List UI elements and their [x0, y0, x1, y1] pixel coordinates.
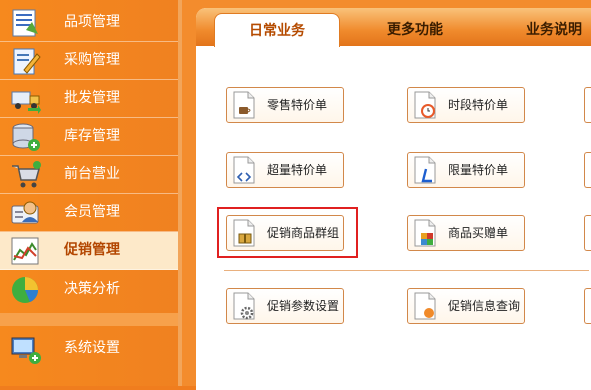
- partial-button[interactable]: [584, 152, 591, 188]
- gear-doc-icon: [233, 292, 255, 320]
- button-label: 超量特价单: [267, 163, 328, 177]
- button-label: 促销信息查询: [448, 299, 521, 313]
- selection-highlight: [217, 207, 358, 258]
- button-label: 促销参数设置: [267, 299, 340, 313]
- tab-daily-business[interactable]: 日常业务: [214, 13, 340, 47]
- color-blocks-doc-icon: [414, 219, 436, 247]
- orange-circle-doc-icon: [414, 292, 436, 320]
- section-divider: [224, 270, 589, 271]
- sidebar-item-label: 批发管理: [64, 90, 120, 106]
- code-arrows-doc-icon: [233, 156, 255, 184]
- pie-chart-icon: [10, 275, 42, 305]
- promotion-parameter-settings-button[interactable]: 促销参数设置: [226, 288, 344, 324]
- retail-special-price-button[interactable]: 零售特价单: [226, 87, 344, 123]
- sidebar-item-frontdesk[interactable]: 前台营业: [0, 156, 178, 194]
- sidebar-item-label: 会员管理: [64, 204, 120, 220]
- sidebar-item-products[interactable]: 品项管理: [0, 4, 178, 42]
- sidebar-item-wholesale[interactable]: 批发管理: [0, 80, 178, 118]
- sidebar-item-settings[interactable]: 系统设置: [0, 330, 178, 367]
- sidebar-item-inventory[interactable]: 库存管理: [0, 118, 178, 156]
- system-computer-icon: [10, 334, 42, 364]
- letter-l-doc-icon: [414, 156, 436, 184]
- content-panel: 日常业务 更多功能 业务说明: [196, 8, 591, 390]
- sidebar-separator: [0, 313, 178, 326]
- product-list-icon: [10, 8, 42, 38]
- partial-button[interactable]: [584, 288, 591, 324]
- coffee-cup-doc-icon: [233, 91, 255, 119]
- sidebar-item-purchase[interactable]: 采购管理: [0, 42, 178, 80]
- promotion-info-query-button[interactable]: 促销信息查询: [407, 288, 525, 324]
- sidebar-item-promotion[interactable]: 促销管理: [0, 232, 178, 270]
- button-label: 商品买赠单: [448, 226, 509, 240]
- wholesale-truck-icon: [10, 84, 42, 114]
- partial-button[interactable]: [584, 215, 591, 251]
- purchase-notepad-icon: [10, 46, 42, 76]
- sidebar-item-label: 系统设置: [64, 340, 120, 356]
- button-label: 时段特价单: [448, 98, 509, 112]
- sidebar-item-analysis[interactable]: 决策分析: [0, 271, 178, 308]
- button-label: 限量特价单: [448, 163, 509, 177]
- bulk-special-price-button[interactable]: 超量特价单: [226, 152, 344, 188]
- limited-special-price-button[interactable]: 限量特价单: [407, 152, 525, 188]
- product-buy-gift-button[interactable]: 商品买赠单: [407, 215, 525, 251]
- sidebar: 品项管理 采购管理 批发管理 库存管理 前台营业 会员管理 促销管理 决策分析 …: [0, 0, 178, 386]
- inventory-database-icon: [10, 122, 42, 152]
- front-desk-cart-icon: [10, 160, 42, 190]
- alarm-clock-doc-icon: [414, 91, 436, 119]
- sidebar-item-member[interactable]: 会员管理: [0, 194, 178, 232]
- partial-button[interactable]: [584, 87, 591, 123]
- time-slot-special-price-button[interactable]: 时段特价单: [407, 87, 525, 123]
- sidebar-item-label: 采购管理: [64, 52, 120, 68]
- tab-business-notes[interactable]: 业务说明: [526, 8, 582, 46]
- tab-bar: 日常业务 更多功能 业务说明: [196, 8, 591, 47]
- sidebar-item-label: 决策分析: [64, 281, 120, 297]
- sidebar-item-label: 促销管理: [64, 242, 120, 258]
- tab-more-functions[interactable]: 更多功能: [387, 8, 443, 46]
- promotion-chart-icon: [10, 236, 42, 266]
- member-card-icon: [10, 198, 42, 228]
- sidebar-item-label: 品项管理: [64, 14, 120, 30]
- sidebar-item-label: 库存管理: [64, 128, 120, 144]
- button-label: 零售特价单: [267, 98, 328, 112]
- sidebar-item-label: 前台营业: [64, 166, 120, 182]
